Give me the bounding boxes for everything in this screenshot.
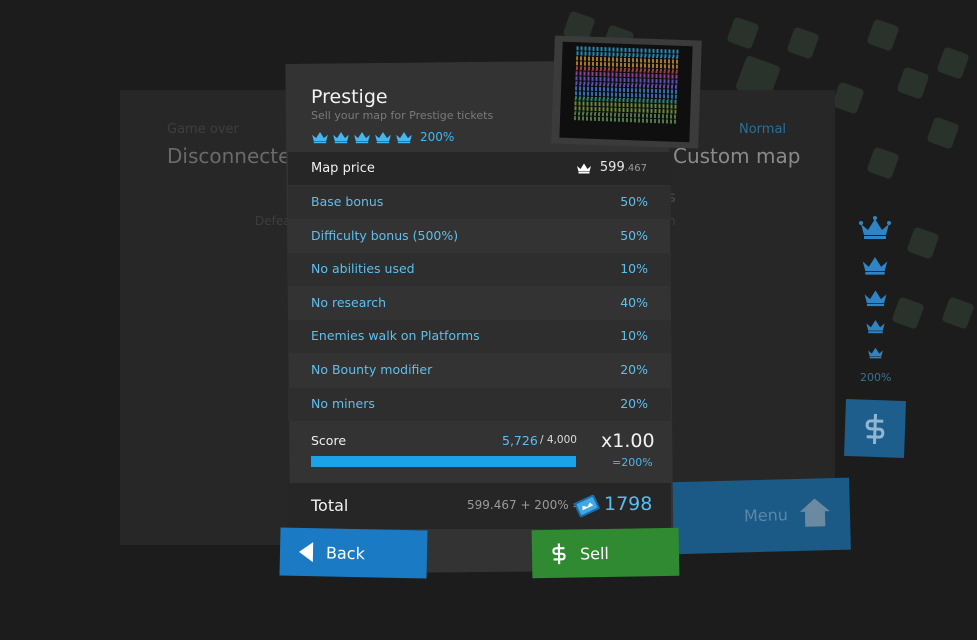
difficulty-label: Normal (739, 122, 787, 137)
score-multiplier: x1.00 (601, 430, 655, 452)
bonus-row: No abilities used 10% (288, 253, 671, 286)
sell-button-label: Sell (579, 543, 610, 563)
bonus-row: No miners 20% (288, 388, 671, 421)
score-label: Score (311, 433, 347, 448)
difficulty-crowns: 200% (311, 130, 454, 144)
back-button[interactable]: Back (279, 527, 428, 579)
dollar-icon (552, 543, 566, 565)
defeat-label: Defea (255, 214, 291, 228)
bonus-value: 10% (620, 261, 648, 276)
bonus-row: Difficulty bonus (500%) 50% (288, 220, 671, 253)
bonus-label: No miners (311, 396, 375, 411)
bonus-row: No Bounty modifier 20% (288, 354, 671, 387)
dialog-title: Prestige (311, 86, 388, 108)
score-value: 5,726 (502, 433, 538, 448)
bonus-row: No research 40% (288, 287, 671, 320)
crown-icon (576, 163, 591, 173)
bonus-label: Enemies walk on Platforms (311, 328, 480, 343)
crown-icon (855, 288, 895, 307)
sell-button[interactable]: Sell (531, 527, 680, 579)
score-multiplier-pct: =200% (612, 456, 653, 469)
map-price-label: Map price (311, 161, 375, 176)
dialog-subtitle: Sell your map for Prestige tickets (311, 109, 494, 122)
map-preview (551, 35, 702, 149)
bonus-row: Enemies walk on Platforms 10% (288, 320, 671, 353)
map-price-value: 599.467 (576, 160, 647, 175)
bonus-label: No abilities used (311, 261, 415, 276)
bonus-value: 10% (620, 328, 648, 343)
crown-icon (354, 131, 370, 144)
crown-icon (855, 254, 895, 276)
crown-icon (855, 346, 895, 359)
bonus-label: Base bonus (311, 194, 384, 209)
menu-button[interactable]: Menu (667, 477, 851, 555)
bonus-label: No research (311, 295, 387, 310)
game-status-title: Disconnected (167, 144, 304, 168)
bonus-value: 50% (620, 228, 648, 243)
map-price-int: 599 (599, 160, 625, 175)
total-row: Total 599.467 + 200% = 1798 (288, 483, 671, 529)
score-progress-bar (311, 456, 576, 467)
total-value: 1798 (604, 493, 653, 515)
back-arrow-icon (299, 542, 314, 563)
back-button-label: Back (325, 542, 366, 563)
side-crowns-pct: 200% (860, 371, 892, 384)
score-max: / 4,000 (540, 434, 577, 446)
home-icon (799, 498, 830, 527)
difficulty-pct: 200% (420, 130, 455, 144)
map-price-dec: .467 (624, 163, 647, 174)
crown-icon (855, 318, 895, 334)
total-expression: 599.467 + 200% = (467, 498, 583, 512)
score-progress-fill (311, 456, 576, 467)
bonus-value: 20% (620, 396, 648, 411)
bonus-label: No Bounty modifier (311, 362, 433, 377)
crown-icon (312, 131, 328, 144)
crown-icon (855, 216, 895, 240)
prestige-ticket-icon (574, 494, 600, 518)
crown-icon (375, 131, 391, 144)
map-preview-image (559, 41, 693, 143)
total-label: Total (311, 496, 349, 515)
map-price-row: Map price 599.467 (288, 152, 671, 185)
crown-icon (396, 131, 412, 144)
dollar-icon (865, 413, 885, 444)
bonus-row: Base bonus 50% (288, 186, 671, 219)
prestige-button[interactable] (844, 398, 906, 459)
bonus-value: 50% (620, 194, 648, 209)
game-over-label: Game over (167, 122, 239, 137)
bonus-value: 20% (620, 362, 648, 377)
bonus-label: Difficulty bonus (500%) (311, 228, 459, 243)
menu-label: Menu (743, 505, 789, 526)
crown-icon (333, 131, 349, 144)
bonus-value: 40% (620, 295, 648, 310)
